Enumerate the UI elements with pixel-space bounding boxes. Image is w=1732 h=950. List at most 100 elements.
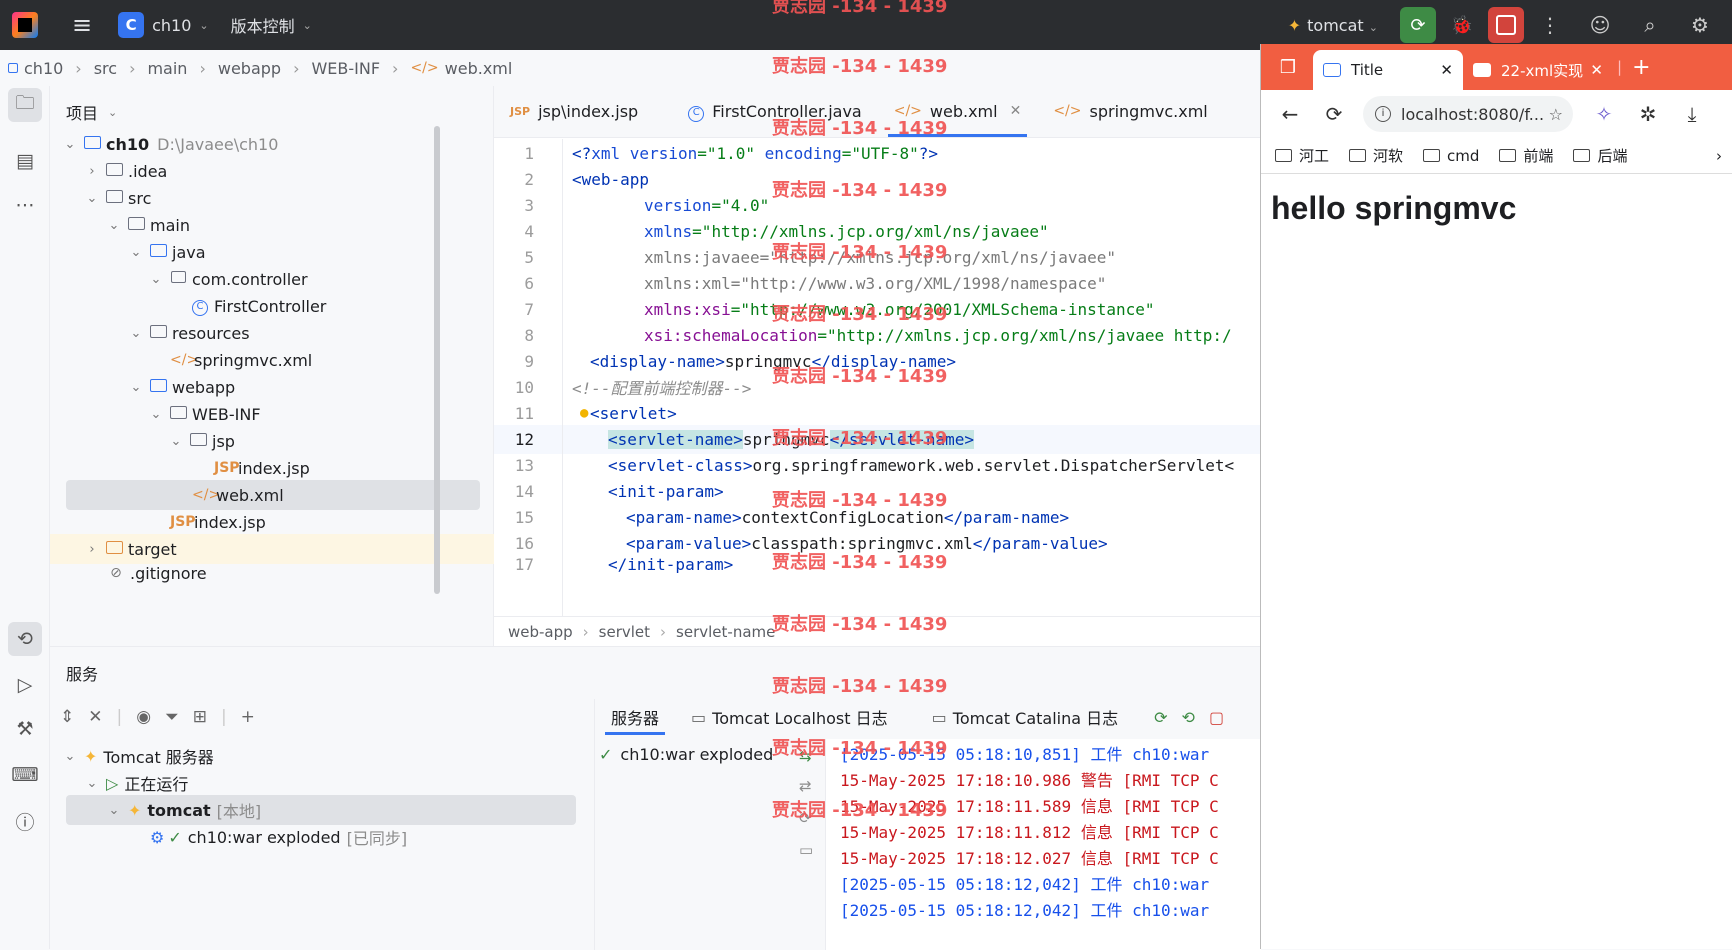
browser-tab-active[interactable]: Title ✕ <box>1313 50 1463 90</box>
chevron-right-icon[interactable]: › <box>84 542 100 557</box>
chevron-right-icon[interactable]: › <box>1716 147 1722 165</box>
run-icon[interactable]: ▷ <box>8 668 42 702</box>
workspaces-icon[interactable]: ❒ <box>1271 50 1305 84</box>
tree-item[interactable]: ⌄ ch10 D:\Javaee\ch10 <box>50 129 480 159</box>
filter-icon[interactable]: ⏷ <box>165 707 179 727</box>
project-name[interactable]: ch10 <box>152 16 191 35</box>
download-icon[interactable]: ⤓ <box>1677 102 1707 126</box>
breadcrumb-item[interactable]: web.xml <box>445 59 513 78</box>
tab-server[interactable]: 服务器 <box>595 699 675 735</box>
service-tree-item[interactable]: ⚙ ✓ ch10:war exploded [已同步] <box>50 822 590 852</box>
project-folder-icon[interactable]: 🗀 <box>8 88 42 122</box>
add-user-icon[interactable]: ☺ <box>1582 7 1618 43</box>
tree-item[interactable]: ⌄ resources <box>50 318 480 348</box>
chevron-down-icon[interactable]: ⌄ <box>84 776 100 791</box>
chevron-down-icon[interactable]: ⌄ <box>148 407 164 422</box>
tree-item[interactable]: ⌄ src <box>50 183 480 213</box>
reload-icon[interactable]: ⟳ <box>1319 102 1349 126</box>
ai-assistant-icon[interactable]: ✧ <box>1589 102 1619 126</box>
bookmark-folder[interactable]: cmd <box>1423 147 1479 165</box>
chevron-down-icon[interactable]: ⌄ <box>62 137 78 152</box>
browser-tab[interactable]: 22-xml实现 ✕ <box>1463 50 1613 90</box>
chevron-down-icon[interactable]: ⌄ <box>84 191 100 206</box>
editor-crumb-item[interactable]: web-app <box>508 623 573 641</box>
main-menu-icon[interactable]: ≡ <box>72 11 92 39</box>
service-tree-item[interactable]: ⌄ ✦ Tomcat 服务器 <box>50 741 590 771</box>
code-area[interactable]: 1 <?xml version="1.0" encoding="UTF-8"?> … <box>494 139 1260 617</box>
tree-item[interactable]: ⌄ main <box>50 210 480 240</box>
tree-item[interactable]: ⌄ java <box>50 237 480 267</box>
tree-item[interactable]: ⌄ jsp <box>50 426 480 456</box>
extensions-icon[interactable]: ✲ <box>1633 102 1663 126</box>
tree-item[interactable]: ⌄ webapp <box>50 372 480 402</box>
more-actions-icon[interactable]: ⋮ <box>1532 7 1568 43</box>
chevron-right-icon[interactable]: › <box>84 164 100 179</box>
bookmark-star-icon[interactable]: ☆ <box>1549 105 1563 124</box>
breadcrumb-item[interactable]: src <box>94 59 117 78</box>
stop-icon[interactable]: ▢ <box>1209 708 1224 727</box>
deployment-item[interactable]: ✓ ch10:war exploded <box>599 745 773 764</box>
more-tools-icon[interactable]: ⋯ <box>8 188 42 222</box>
tree-item[interactable]: JSP index.jsp <box>50 453 480 483</box>
chevron-down-icon[interactable]: ⌄ <box>128 380 144 395</box>
services-icon[interactable]: ⟲ <box>8 622 42 656</box>
chevron-down-icon[interactable]: ⌄ <box>168 434 184 449</box>
chevron-down-icon[interactable]: ⌄ <box>199 19 208 32</box>
bookmark-folder[interactable]: 河软 <box>1349 145 1403 166</box>
breadcrumb-item[interactable]: main <box>147 59 187 78</box>
chevron-down-icon[interactable]: ⌄ <box>128 326 144 341</box>
chevron-down-icon[interactable]: ⌄ <box>303 19 312 32</box>
terminal-icon[interactable]: ⌨ <box>8 758 42 792</box>
tab-localhost-log[interactable]: ▭ Tomcat Localhost 日志 <box>675 699 904 735</box>
deploy-icon[interactable]: ⇆ <box>799 747 812 765</box>
structure-icon[interactable]: ▤ <box>8 144 42 178</box>
chevron-down-icon[interactable]: ⌄ <box>62 749 78 764</box>
service-tree-item[interactable]: ⌄ ▷ 正在运行 <box>50 768 590 798</box>
editor-crumb-item[interactable]: servlet-name <box>676 623 775 641</box>
tab-index-jsp[interactable]: JSP jsp\index.jsp <box>494 85 654 137</box>
update-icon[interactable]: ⟳ <box>1154 708 1167 727</box>
collapse-all-icon[interactable]: ✕ <box>88 707 102 727</box>
tab-springmvc-xml[interactable]: </> springmvc.xml <box>1037 85 1223 137</box>
undeploy-icon[interactable]: ⇄ <box>799 777 812 795</box>
tree-item[interactable]: ⊘ .gitignore <box>50 561 480 585</box>
tab-web-xml[interactable]: </> web.xml ✕ <box>878 85 1038 137</box>
tree-item[interactable]: ⌄ WEB-INF <box>50 399 480 429</box>
close-icon[interactable]: ✕ <box>1590 61 1603 79</box>
build-hammer-icon[interactable]: ⚒ <box>8 712 42 746</box>
project-badge[interactable]: C <box>118 12 145 38</box>
rerun-button[interactable]: ⟳ <box>1400 7 1436 43</box>
chevron-down-icon[interactable]: ⌄ <box>106 803 122 818</box>
tree-item[interactable]: ⌄ com.controller <box>50 264 480 294</box>
chevron-down-icon[interactable]: ⌄ <box>148 272 164 287</box>
new-service-icon[interactable]: ⊞ <box>193 707 207 727</box>
site-info-icon[interactable]: i <box>1375 106 1391 122</box>
lightbulb-icon[interactable]: ● <box>580 405 588 421</box>
chevron-down-icon[interactable]: ⌄ <box>128 245 144 260</box>
breadcrumb-item[interactable]: ch10 <box>24 59 63 78</box>
tab-catalina-log[interactable]: ▭ Tomcat Catalina 日志 <box>916 699 1135 735</box>
redeploy-icon[interactable]: ⟲ <box>1182 708 1195 727</box>
tree-item[interactable]: › target <box>50 534 494 564</box>
tree-item[interactable]: › .idea <box>50 156 480 186</box>
vcs-menu[interactable]: 版本控制 <box>231 13 295 37</box>
tree-item[interactable]: </> springmvc.xml <box>50 345 480 375</box>
bookmark-folder[interactable]: 前端 <box>1499 145 1553 166</box>
back-icon[interactable]: ← <box>1275 102 1305 126</box>
close-icon[interactable]: ✕ <box>1440 61 1453 79</box>
refresh-icon[interactable]: ⟳ <box>799 809 812 827</box>
expand-all-icon[interactable]: ⇕ <box>60 707 74 727</box>
bookmark-folder[interactable]: 后端 <box>1573 145 1627 166</box>
tab-firstcontroller[interactable]: C FirstController.java <box>672 85 878 137</box>
close-icon[interactable]: ✕ <box>1010 103 1022 119</box>
ide-logo-icon[interactable] <box>12 12 38 38</box>
debug-icon[interactable]: 🐞 <box>1444 7 1480 43</box>
add-icon[interactable]: + <box>241 707 255 727</box>
tree-item[interactable]: JSP index.jsp <box>50 507 480 537</box>
run-config-selector[interactable]: tomcat ⌄ <box>1307 16 1378 35</box>
address-bar[interactable]: i localhost:8080/f... ☆ <box>1363 96 1573 132</box>
scrollbar[interactable] <box>434 126 440 594</box>
stop-button[interactable] <box>1488 7 1524 43</box>
eye-icon[interactable]: ◉ <box>136 707 151 727</box>
problems-icon[interactable]: ⓘ <box>8 804 42 838</box>
